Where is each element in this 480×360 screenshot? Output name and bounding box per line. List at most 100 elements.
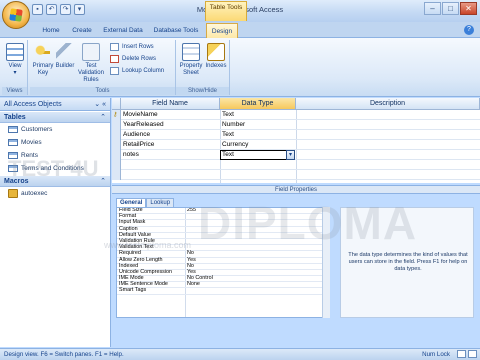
row-selector[interactable]	[112, 150, 121, 160]
table-icon	[8, 152, 18, 159]
table-row[interactable]: ⚷ MovieName Text	[112, 110, 480, 120]
office-button[interactable]	[2, 1, 30, 29]
primary-key-button[interactable]: Primary Key	[32, 43, 54, 77]
property-name: Smart Tags	[119, 287, 147, 294]
table-row[interactable]	[112, 170, 480, 180]
data-type-cell[interactable]: Text	[220, 130, 296, 140]
delete-rows-button[interactable]: Delete Rows	[110, 54, 156, 64]
restore-button[interactable]: □	[442, 2, 459, 15]
test-validation-label: Test Validation Rules	[78, 63, 104, 83]
tab-home[interactable]: Home	[38, 23, 64, 38]
design-view-icon[interactable]	[468, 350, 477, 358]
tab-database-tools[interactable]: Database Tools	[150, 23, 202, 38]
row-selector[interactable]	[112, 120, 121, 130]
status-bar: Design view. F6 = Switch panes. F1 = Hel…	[0, 348, 480, 360]
ribbon-tabs: Home Create External Data Database Tools…	[0, 22, 480, 38]
chevron-up-icon: ⌃	[100, 114, 106, 121]
property-value[interactable]: 255	[187, 208, 196, 214]
tab-general[interactable]: General	[116, 198, 147, 207]
data-type-cell[interactable]: Number	[220, 120, 296, 130]
field-name-cell[interactable]: MovieName	[121, 110, 220, 120]
nav-section-tables[interactable]: Tables ⌃	[0, 112, 110, 123]
insert-rows-button[interactable]: Insert Rows	[110, 42, 154, 52]
nav-item-terms[interactable]: Terms and Conditions	[0, 162, 110, 175]
group-label-views: Views	[2, 87, 27, 95]
nav-item-rents[interactable]: Rents	[0, 149, 110, 162]
insert-rows-label: Insert Rows	[122, 44, 154, 50]
chevron-up-icon: ⌃	[100, 178, 106, 185]
nav-item-label: autoexec	[21, 190, 48, 197]
row-selector[interactable]	[112, 140, 121, 150]
tab-lookup[interactable]: Lookup	[146, 198, 175, 207]
view-switcher	[457, 350, 477, 358]
chevron-down-icon[interactable]: ⌄ «	[94, 98, 106, 111]
close-button[interactable]: ✕	[460, 2, 477, 15]
ribbon: View ▾ Views Primary Key Builder Test Val…	[0, 38, 480, 97]
row-selector[interactable]: ⚷	[112, 110, 121, 120]
num-lock-indicator: Num Lock	[422, 351, 450, 358]
help-text: The data type determines the kind of val…	[348, 252, 468, 272]
field-name-cell[interactable]: notes	[121, 150, 220, 160]
property-row[interactable]: Smart Tags	[117, 287, 329, 295]
table-row[interactable]: notes Text ▾	[112, 150, 480, 160]
grid-corner	[112, 98, 121, 110]
row-selector[interactable]	[112, 160, 121, 170]
column-header-field-name: Field Name	[121, 98, 220, 110]
field-properties-table: Field Size 255 Format Input Mask Caption Defa…	[116, 207, 330, 318]
navigation-pane: All Access Objects ⌄ « Tables ⌃ Customers …	[0, 98, 111, 347]
view-button[interactable]: View ▾	[4, 43, 26, 77]
minimize-button[interactable]: –	[424, 2, 441, 15]
lookup-column-label: Lookup Column	[122, 68, 165, 74]
nav-item-movies[interactable]: Movies	[0, 136, 110, 149]
primary-key-icon: ⚷	[113, 112, 118, 118]
nav-item-label: Rents	[21, 152, 38, 159]
primary-key-label: Primary Key	[32, 63, 54, 76]
delete-rows-label: Delete Rows	[122, 56, 157, 62]
field-name-cell[interactable]: YearReleased	[121, 120, 220, 130]
data-type-cell[interactable]: Currency	[220, 140, 296, 150]
column-header-description: Description	[296, 98, 480, 110]
nav-pane-header[interactable]: All Access Objects ⌄ «	[0, 98, 110, 111]
builder-button[interactable]: Builder	[54, 43, 76, 70]
macro-icon	[8, 189, 18, 198]
field-name-cell[interactable]: RetailPrice	[121, 140, 220, 150]
data-type-cell[interactable]: Text	[220, 110, 296, 120]
chevron-down-icon[interactable]: ▾	[286, 150, 295, 160]
tab-create[interactable]: Create	[68, 23, 96, 38]
tab-design[interactable]: Design	[206, 23, 238, 38]
table-row[interactable]: RetailPrice Currency	[112, 140, 480, 150]
data-type-cell[interactable]: Text	[220, 150, 286, 160]
field-properties-scrollbar[interactable]	[322, 207, 330, 318]
nav-item-label: Customers	[21, 126, 53, 133]
help-icon[interactable]: ?	[464, 25, 474, 35]
group-label-show-hide: Show/Hide	[176, 87, 229, 95]
nav-section-macros-title: Macros	[4, 178, 29, 185]
table-row[interactable]: YearReleased Number	[112, 120, 480, 130]
table-icon	[8, 139, 18, 146]
indexes-button[interactable]: Indexes	[204, 43, 228, 70]
table-row[interactable]: Audience Text	[112, 130, 480, 140]
datasheet-view-icon[interactable]	[457, 350, 466, 358]
tab-external-data[interactable]: External Data	[100, 23, 146, 38]
property-value[interactable]: None	[187, 281, 200, 288]
view-icon	[6, 43, 24, 61]
test-validation-button[interactable]: Test Validation Rules	[76, 43, 106, 84]
property-sheet-button[interactable]: Property Sheet	[178, 43, 204, 77]
row-selector[interactable]	[112, 130, 121, 140]
builder-label: Builder	[55, 63, 75, 69]
lookup-column-icon	[110, 67, 119, 75]
lookup-column-button[interactable]: Lookup Column	[110, 66, 164, 76]
office-logo-icon	[9, 8, 23, 22]
nav-item-customers[interactable]: Customers	[0, 123, 110, 136]
nav-item-label: Movies	[21, 139, 42, 146]
status-text: Design view. F6 = Switch panes. F1 = Hel…	[4, 351, 124, 358]
indexes-icon	[207, 43, 225, 61]
table-row[interactable]	[112, 160, 480, 170]
nav-item-autoexec[interactable]: autoexec	[0, 187, 110, 200]
group-tools: Primary Key Builder Test Validation Rule…	[30, 40, 176, 95]
title-bar: ▪ ↶ ↷ ▾ Movies : Microsoft Access Table …	[0, 0, 480, 29]
nav-section-macros[interactable]: Macros ⌃	[0, 176, 110, 187]
validation-icon	[82, 43, 100, 61]
row-selector[interactable]	[112, 170, 121, 180]
field-name-cell[interactable]: Audience	[121, 130, 220, 140]
